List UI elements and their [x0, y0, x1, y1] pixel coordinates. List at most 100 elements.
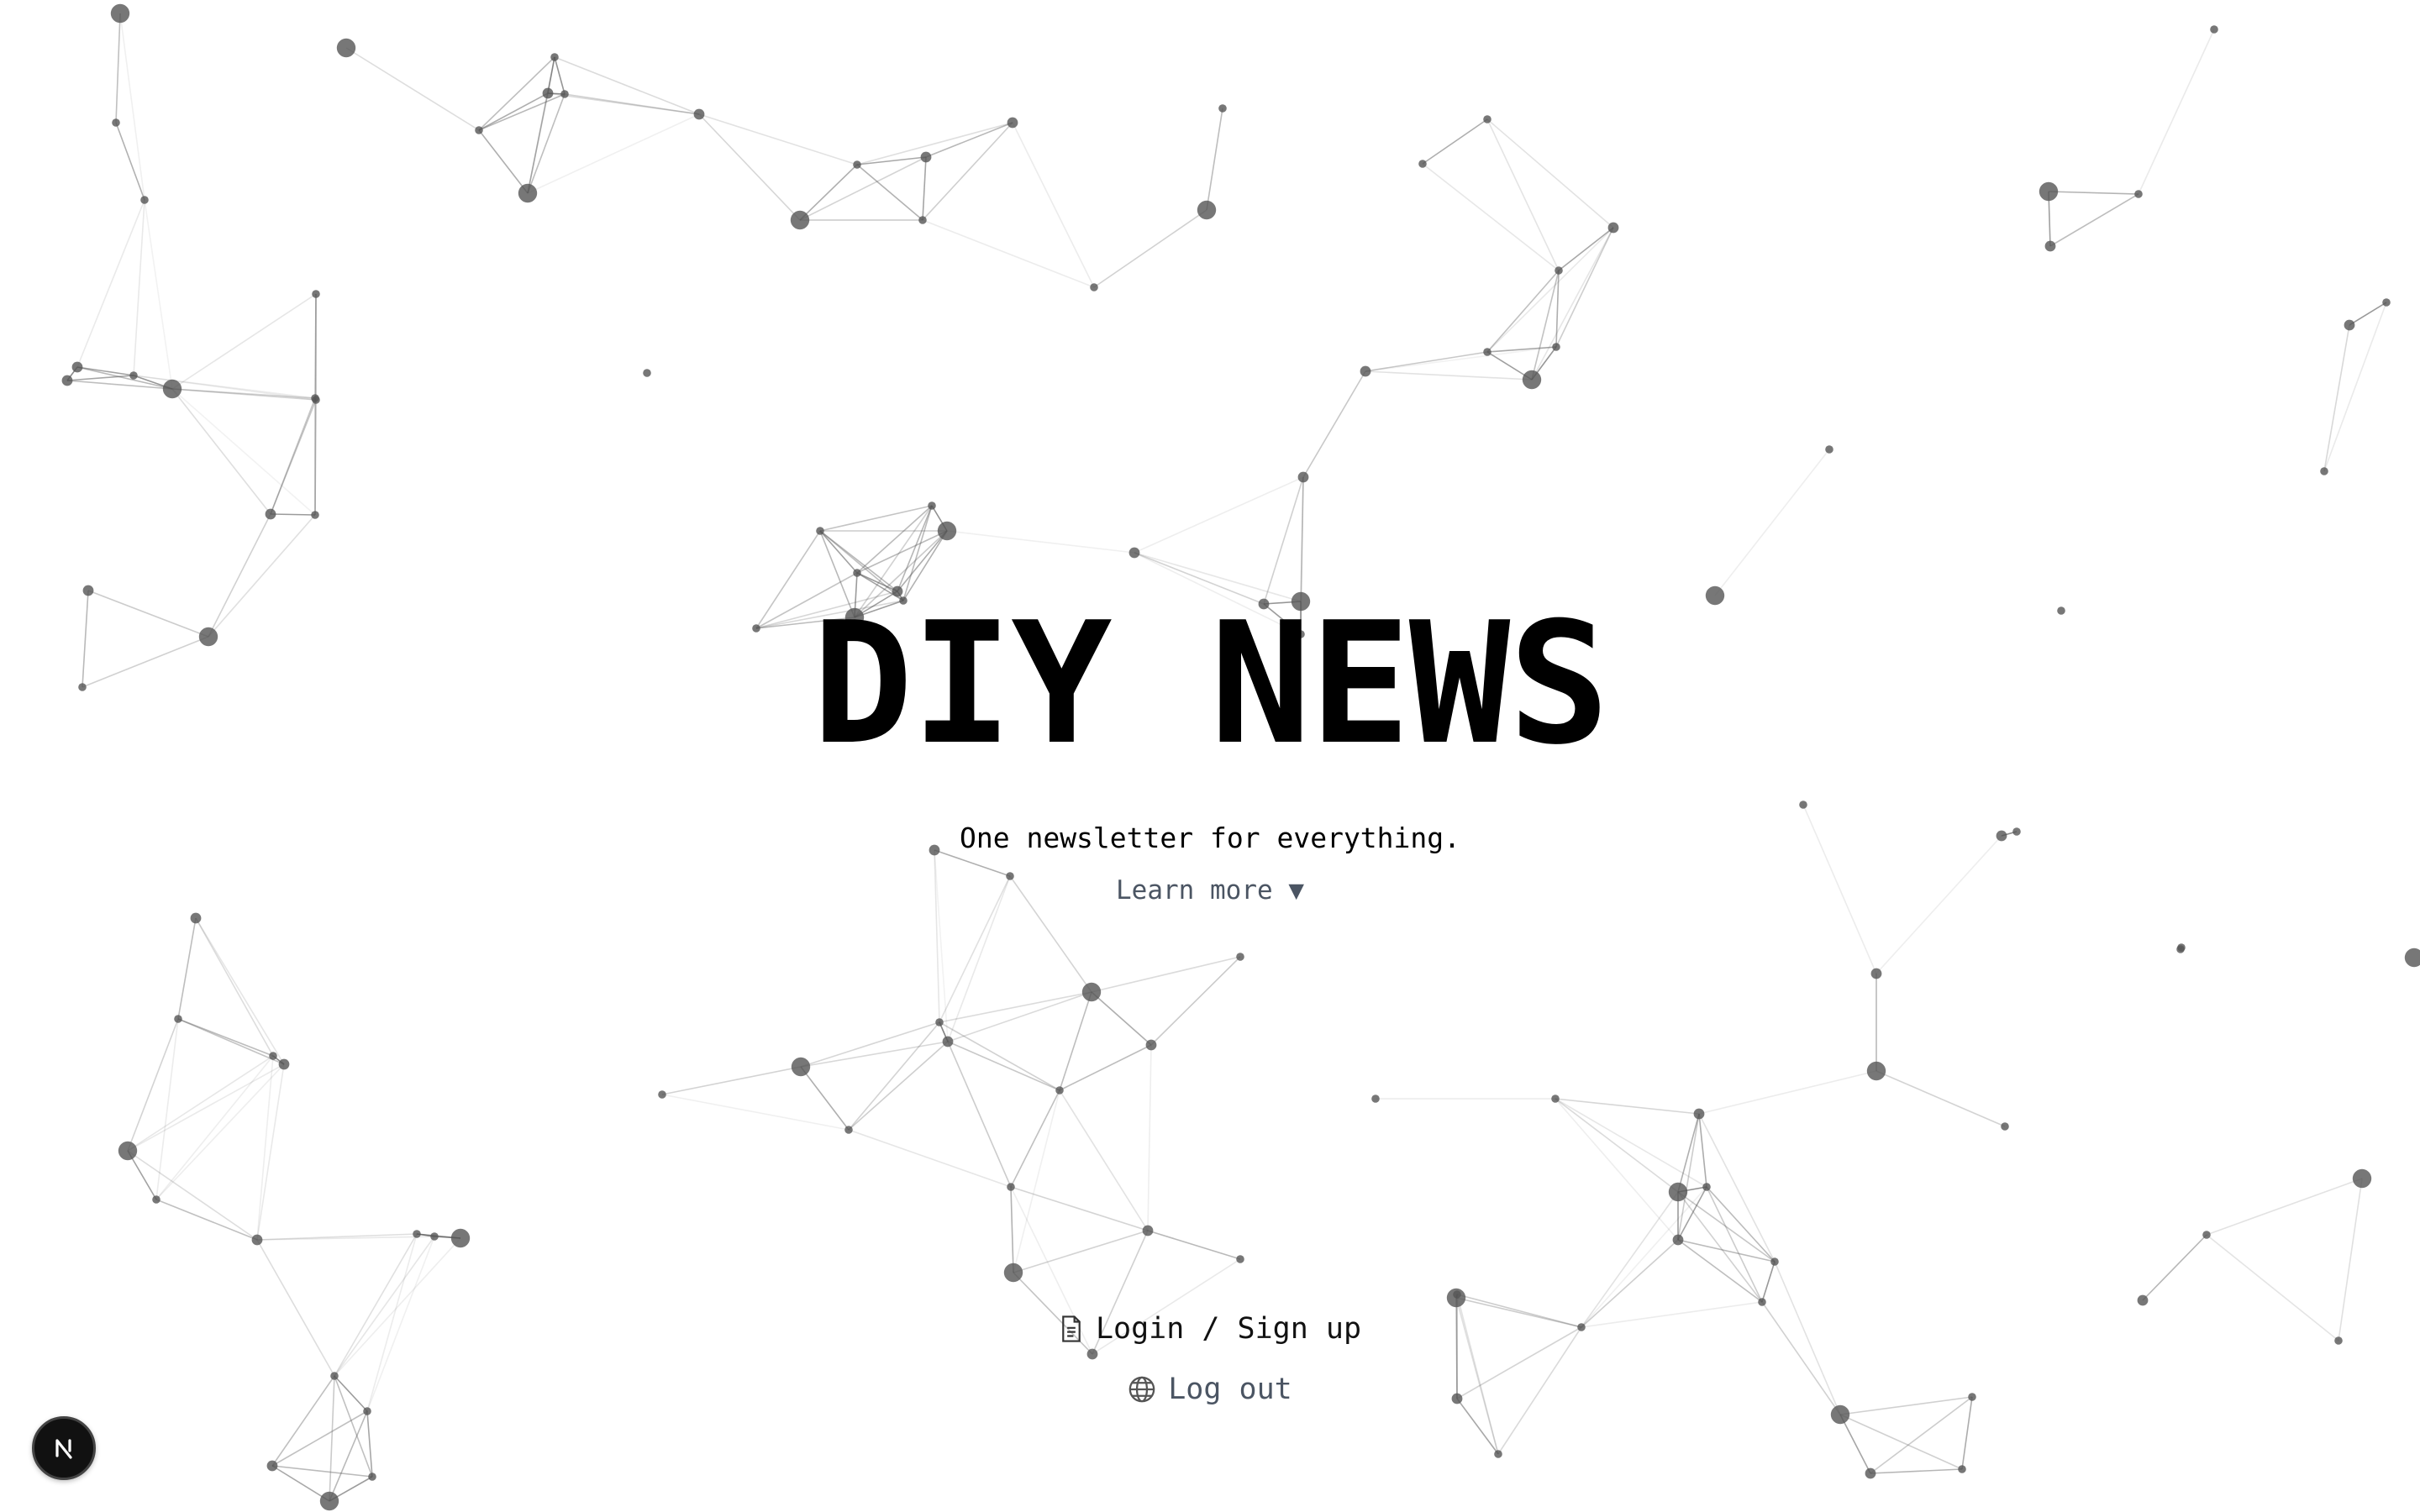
network-node	[190, 912, 202, 924]
network-edge	[1698, 1070, 1877, 1115]
network-node	[112, 118, 120, 127]
network-node	[2352, 1168, 2372, 1189]
network-edge	[256, 1239, 335, 1377]
network-edge	[2142, 1234, 2207, 1301]
network-node	[942, 1036, 954, 1047]
network-edge	[2049, 193, 2139, 247]
network-edge	[1698, 1113, 1707, 1188]
network-node	[1297, 471, 1309, 483]
network-node	[1799, 801, 1807, 809]
network-node	[312, 290, 320, 298]
network-edge	[554, 56, 566, 95]
network-edge	[155, 1055, 274, 1200]
network-node	[1672, 1234, 1684, 1246]
network-edge	[848, 1129, 1012, 1188]
network-node	[1865, 1467, 1876, 1479]
network-edge	[2323, 324, 2350, 472]
network-node	[1371, 1095, 1380, 1103]
network-edge	[1059, 1089, 1149, 1231]
network-edge	[799, 164, 858, 221]
network-node	[1360, 365, 1371, 377]
network-node	[368, 1473, 376, 1481]
network-edge	[1091, 956, 1241, 993]
network-node	[129, 371, 138, 380]
network-node	[542, 87, 554, 99]
network-node	[152, 1195, 160, 1204]
network-node	[1090, 283, 1098, 291]
network-edge	[922, 156, 927, 221]
network-node	[1758, 1298, 1766, 1306]
network-node	[1145, 1039, 1157, 1051]
network-edge	[271, 1410, 368, 1467]
network-node	[693, 108, 705, 120]
network-edge	[564, 93, 700, 115]
network-edge	[195, 917, 274, 1057]
network-edge	[661, 1094, 850, 1131]
network-node	[1770, 1257, 1779, 1266]
network-edge	[478, 129, 529, 194]
network-node	[1236, 1255, 1244, 1263]
network-edge	[1839, 1414, 1871, 1474]
logout-link[interactable]: Log out	[0, 1373, 2420, 1406]
learn-more-link[interactable]: Learn more ▼	[1116, 875, 1304, 906]
network-edge	[1302, 370, 1366, 478]
network-edge	[856, 122, 1013, 165]
network-edge	[1093, 209, 1207, 288]
network-node	[1086, 1348, 1098, 1360]
network-node	[336, 38, 356, 58]
network-node	[2404, 948, 2420, 968]
network-node	[1825, 445, 1833, 454]
network-edge	[119, 13, 145, 201]
network-node	[61, 375, 73, 386]
network-node	[162, 379, 182, 399]
network-edge	[1422, 163, 1560, 271]
network-edge	[856, 156, 927, 165]
network-node	[658, 1090, 666, 1099]
network-edge	[2048, 191, 2139, 195]
network-edge	[856, 164, 923, 221]
network-node	[1830, 1404, 1850, 1425]
network-edge	[2206, 1178, 2363, 1236]
network-edge	[1581, 1186, 1707, 1328]
network-node	[311, 511, 319, 519]
network-node	[1494, 1450, 1502, 1458]
login-signup-link[interactable]: Login / Sign up	[0, 1312, 2420, 1346]
network-edge	[2323, 302, 2387, 472]
network-node	[790, 210, 810, 230]
network-node	[2001, 1122, 2009, 1131]
network-node	[2320, 467, 2328, 475]
network-edge	[177, 917, 197, 1020]
network-node	[1866, 1061, 1886, 1081]
network-node	[266, 1460, 278, 1472]
network-edge	[171, 293, 317, 390]
network-edge	[1134, 476, 1304, 554]
network-node	[1453, 1290, 1461, 1299]
network-edge	[171, 388, 271, 515]
network-edge	[947, 1041, 1060, 1091]
network-node	[2382, 298, 2391, 307]
network-edge	[554, 56, 700, 115]
network-edge	[1555, 1098, 1679, 1193]
network-node	[475, 126, 483, 134]
network-edge	[270, 513, 316, 516]
network-node	[2039, 181, 2059, 202]
network-edge	[155, 1063, 285, 1200]
network-edge	[925, 122, 1013, 158]
network-node	[269, 1052, 277, 1060]
network-edge	[2138, 29, 2215, 195]
network-edge	[1012, 122, 1095, 288]
network-edge	[1365, 370, 1533, 381]
network-edge	[1059, 1044, 1152, 1091]
network-edge	[1147, 1044, 1152, 1231]
network-node	[1197, 200, 1217, 220]
network-edge	[947, 1041, 1012, 1188]
network-node	[174, 1015, 182, 1023]
nextjs-logo-icon[interactable]	[32, 1416, 96, 1480]
network-node	[1607, 222, 1619, 234]
network-edge	[1486, 227, 1614, 353]
tagline: One newsletter for everything.	[959, 822, 1461, 854]
network-node	[1693, 1108, 1705, 1120]
network-edge	[1961, 1396, 1973, 1470]
network-node	[1668, 1182, 1688, 1202]
network-edge	[848, 1041, 949, 1131]
